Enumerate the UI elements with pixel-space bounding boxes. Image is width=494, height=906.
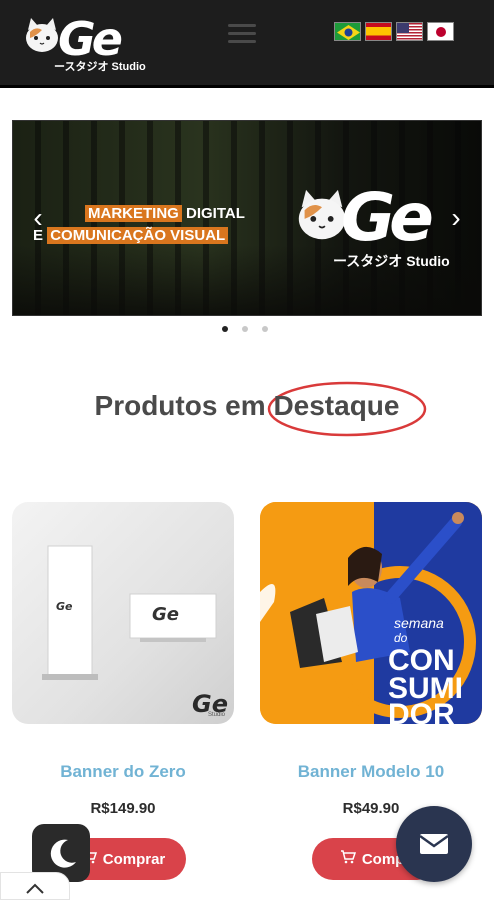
svg-text:Ge: Ge xyxy=(56,600,73,613)
chevron-right-icon[interactable]: › xyxy=(447,203,465,233)
section-title: Produtos em Destaque xyxy=(0,381,494,437)
product-name[interactable]: Banner Modelo 10 xyxy=(260,762,482,782)
buy-button-label: Comprar xyxy=(102,850,166,868)
svg-text:Studio: Studio xyxy=(208,712,226,718)
hamburger-icon[interactable] xyxy=(228,24,256,44)
banner-logo-subtext: ースタジオ Studio xyxy=(333,253,450,269)
banner-highlight-marketing: MARKETING xyxy=(85,205,182,222)
cart-icon xyxy=(340,850,356,868)
carousel-dot-2[interactable] xyxy=(242,326,248,332)
banner-headline-line2: E COMUNICAÇÃO VISUAL xyxy=(33,227,229,244)
do-text: do xyxy=(394,631,408,645)
mail-icon xyxy=(419,834,449,854)
banner-highlight-comunicacao: COMUNICAÇÃO VISUAL xyxy=(47,227,229,244)
section-title-highlight: Destaque xyxy=(273,390,400,421)
site-header: Ge ースタジオ Studio xyxy=(0,0,494,88)
flag-usa-icon[interactable] xyxy=(396,22,423,41)
scroll-to-top-button[interactable] xyxy=(0,872,70,900)
carousel-dot-3[interactable] xyxy=(262,326,268,332)
hero-carousel: MARKETING DIGITAL E COMUNICAÇÃO VISUAL G… xyxy=(12,120,482,316)
carousel-indicators xyxy=(222,326,268,332)
site-logo[interactable]: Ge ースタジオ Studio xyxy=(22,10,146,73)
svg-text:Ge: Ge xyxy=(152,604,179,625)
chevron-up-icon xyxy=(26,883,44,894)
chevron-left-icon[interactable]: ‹ xyxy=(29,203,47,233)
flag-japan-icon[interactable] xyxy=(427,22,454,41)
semana-text: semana xyxy=(394,615,444,631)
banner-text-digital: DIGITAL xyxy=(181,205,245,222)
product-price: R$149.90 xyxy=(90,800,156,817)
rollup-banner-mockup: Ge Ge Ge Studio xyxy=(42,545,228,718)
language-selector xyxy=(334,22,454,41)
product-image-banner-modelo-10[interactable]: semana do CON SUMI DOR xyxy=(260,502,482,724)
product-image-banner-do-zero[interactable]: Ge Ge Ge Studio xyxy=(12,502,234,724)
banner-headline-line1: MARKETING DIGITAL xyxy=(85,205,245,222)
flag-brazil-icon[interactable] xyxy=(334,22,361,41)
product-name[interactable]: Banner do Zero xyxy=(12,762,234,782)
consumer-week-banner-art: semana do CON SUMI DOR xyxy=(260,502,482,724)
flag-spain-icon[interactable] xyxy=(365,22,392,41)
section-title-prefix: Produtos em xyxy=(94,390,274,421)
section-title-circled: Destaque xyxy=(268,381,427,437)
banner-logo: Ge ースタジオ Studio xyxy=(293,179,463,269)
carousel-dot-1[interactable] xyxy=(222,326,228,332)
banner-logo-text: Ge xyxy=(341,179,434,256)
contact-mail-button[interactable] xyxy=(396,806,472,882)
consumidor-line3: DOR xyxy=(388,698,455,724)
cat-mascot-icon xyxy=(26,18,58,52)
logo-subtext: ースタジオ Studio xyxy=(54,61,146,73)
